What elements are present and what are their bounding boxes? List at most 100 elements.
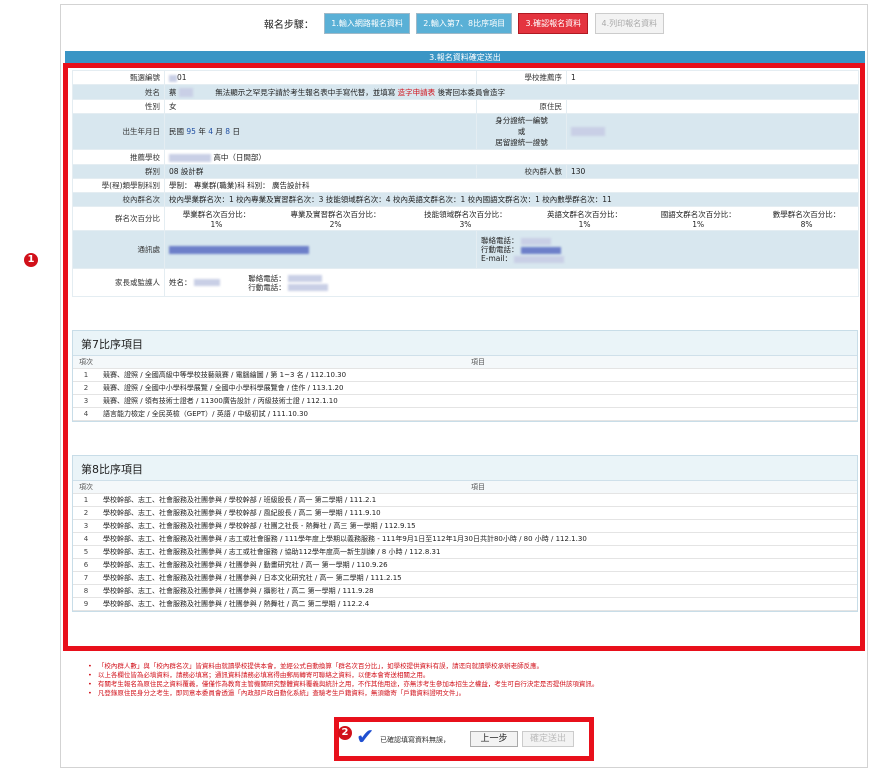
table-row: 4 學校幹部、志工、社會服務及社團參與 / 志工或社會服務 / 111學年度上學期…	[73, 532, 857, 546]
step-2: 2.輸入第7、8比序項目	[416, 13, 513, 34]
addr-label: 通訊處	[72, 230, 165, 269]
name-note-pre: 無法顯示之罕見字請於考生報名表中手寫代替，並填寫	[215, 87, 396, 97]
table-row: 6 學校幹部、志工、社會服務及社團參與 / 社團參與 / 動畫研究社 / 高一 第…	[73, 558, 857, 572]
id-label-line3: 居留證統一證號	[495, 138, 548, 147]
birth-day: 8	[225, 127, 231, 136]
rank-value: 校內學業群名次：1 校內專業及實習群名次：3 技能領域群名次：4 校內英語文群名…	[164, 192, 859, 207]
redacted-block	[520, 237, 551, 245]
section-8-title: 第8比序項目	[73, 456, 857, 481]
school-order-label: 學校推薦序	[476, 70, 567, 85]
contact-email-label: E-mail：	[481, 254, 513, 263]
name-note-post: 後寄回本委員會造字	[437, 87, 506, 97]
note-item: 「校內群人數」與「校內群名次」皆資料由就讀學校提供本會，並經公式自動換算「群名次…	[88, 662, 858, 671]
redacted-block	[514, 255, 565, 263]
name-value: 蔡	[169, 87, 177, 97]
badge-two: 2	[338, 726, 352, 740]
note-item: 以上各欄位皆為必填資料，請務必填寫；通訊資料請務必填寫得由郵局轉寄可聯絡之資料，…	[88, 671, 858, 680]
guardian-phone-label: 聯絡電話：	[248, 273, 286, 283]
pct-head-4: 國語文群名次百分比：	[660, 209, 736, 219]
glyph-request-link[interactable]: 造字申請表	[398, 88, 436, 97]
notes-list: 「校內群人數」與「校內群名次」皆資料由就讀學校提供本會，並經公式自動換算「群名次…	[88, 662, 858, 698]
step-3: 3.確認報名資料	[518, 13, 589, 34]
id-label-line2: 或	[517, 127, 526, 136]
group-value: 08 設計群	[164, 164, 477, 179]
redacted-block	[193, 279, 220, 286]
dept-label: 學(程)類學制科別	[72, 178, 165, 193]
step-4: 4.列印報名資料	[594, 13, 665, 34]
steps-label: 報名步驟：	[263, 20, 314, 31]
id-number-label: 身分證統一編號 或 居留證統一證號	[476, 113, 567, 150]
birth-month: 4	[208, 127, 213, 136]
redacted-block	[288, 275, 323, 282]
name-label: 姓名	[72, 84, 165, 100]
birth-pre: 民國	[169, 127, 184, 136]
confirm-label: 已確認填寫資料無誤，	[380, 736, 450, 744]
pct-value-3: 1%	[578, 219, 591, 229]
table-row: 9 學校幹部、志工、社會服務及社團參與 / 社團參與 / 熱舞社 / 高二 第二學…	[73, 597, 857, 611]
pct-value-1: 2%	[329, 219, 342, 229]
contact-mobile-label: 行動電話：	[481, 245, 519, 254]
birth-month-unit: 月	[215, 127, 223, 136]
table-row: 5 學校幹部、志工、社會服務及社團參與 / 志工或社會服務 / 協助112學年度高…	[73, 545, 857, 559]
group-count-value: 130	[566, 164, 859, 179]
pct-value-2: 3%	[459, 219, 472, 229]
table-row: 4 語言能力檢定 / 全民英檢（GEPT）/ 英語 / 中級初試 / 111.10…	[73, 407, 857, 421]
checkmark-icon: ✔	[356, 725, 375, 750]
table-row: 3 學校幹部、志工、社會服務及社團參與 / 學校幹部 / 社團之社長 - 熱舞社 …	[73, 519, 857, 533]
pct-grid: 學業群名次百分比： 專業及實習群名次百分比： 技能領域群名次百分比： 英語文群名…	[165, 209, 858, 229]
school-order-value: 1	[566, 70, 859, 85]
group-count-label: 校內群人數	[476, 164, 567, 179]
section-title: 3.報名資料確定送出	[65, 51, 865, 65]
step-1: 1.輸入網路報名資料	[324, 13, 410, 34]
section-8-items: 第8比序項目 項次 項目 1 學校幹部、志工、社會服務及社團參與 / 學校幹部 /…	[72, 455, 858, 612]
group-label: 群別	[72, 164, 165, 179]
pct-value-4: 1%	[692, 219, 705, 229]
redacted-block	[169, 246, 309, 254]
pct-head-3: 英語文群名次百分比：	[547, 209, 623, 219]
table-row: 3 競賽、證照 / 領有技術士證者 / 11300廣告設計 / 丙級技術士證 / …	[73, 394, 857, 408]
birth-label: 出生年月日	[72, 113, 165, 150]
contact-phone-label: 聯絡電話：	[481, 236, 519, 245]
redacted-block	[169, 74, 177, 82]
pct-head-5: 數學群名次百分比：	[772, 209, 841, 219]
exam-no-value: 01	[177, 73, 187, 82]
col-item-header: 項目	[99, 356, 857, 369]
col-item-header: 項目	[99, 481, 857, 494]
gender-label: 性別	[72, 99, 165, 114]
table-row: 7 學校幹部、志工、社會服務及社團參與 / 社團參與 / 日本文化研究社 / 高一…	[73, 571, 857, 585]
pct-head-0: 學業群名次百分比：	[182, 209, 251, 219]
guardian-name-label: 姓名：	[169, 277, 192, 287]
confirm-checkbox[interactable]: ✔	[356, 725, 375, 750]
birth-year-unit: 年	[198, 127, 206, 136]
table-row: 8 學校幹部、志工、社會服務及社團參與 / 社團參與 / 攝影社 / 高二 第一學…	[73, 584, 857, 598]
redacted-block	[571, 127, 605, 137]
note-item: 凡登錄原住民身分之考生，即同意本委員會透過「內政部戶政自動化系統」查驗考生戶籍資…	[88, 689, 858, 698]
school-label: 推薦學校	[72, 149, 165, 165]
guardian-label: 家長或監護人	[72, 268, 165, 297]
section-8-table: 項次 項目 1 學校幹部、志工、社會服務及社團參與 / 學校幹部 / 班級股長 /…	[73, 481, 857, 611]
pct-head-1: 專業及實習群名次百分比：	[290, 209, 381, 219]
origin-label: 原住民	[476, 99, 567, 114]
table-row: 2 競賽、證照 / 全國中小學科學展覽 / 全國中小學科學展覽會 / 佳作 / 1…	[73, 381, 857, 395]
note-item: 有關考生報名為原住民之資料覆義，僅僅作為教育主管機關研究整體資料覆義與統計之用，…	[88, 680, 858, 689]
school-value: 高中（日間部）	[213, 152, 266, 162]
section-7-title: 第7比序項目	[73, 331, 857, 356]
redacted-block	[178, 88, 193, 97]
step-indicator: 報名步驟： 1.輸入網路報名資料 2.輸入第7、8比序項目 3.確認報名資料 4…	[61, 13, 869, 39]
back-button[interactable]: 上一步	[470, 731, 518, 747]
submit-button[interactable]: 確定送出	[522, 731, 574, 747]
gender-value: 女	[164, 99, 477, 114]
table-row: 1 競賽、證照 / 全國高級中等學校技藝競賽 / 電腦繪圖 / 第 1~3 名 /…	[73, 368, 857, 382]
redacted-block	[169, 153, 211, 162]
redacted-block	[520, 246, 561, 254]
id-label-line1: 身分證統一編號	[495, 116, 548, 125]
origin-value	[566, 99, 859, 114]
table-row: 1 學校幹部、志工、社會服務及社團參與 / 學校幹部 / 班級股長 / 高一 第二…	[73, 493, 857, 507]
guardian-mobile-label: 行動電話：	[248, 282, 286, 292]
table-row: 2 學校幹部、志工、社會服務及社團參與 / 學校幹部 / 風紀股長 / 高二 第一…	[73, 506, 857, 520]
badge-one: 1	[24, 253, 38, 267]
rank-label: 校內群名次	[72, 192, 165, 207]
applicant-info-table: 甄選編號 01 學校推薦序 1 姓名 蔡 無法顯示之罕見字請於考生報名表中手寫代…	[72, 70, 859, 297]
birth-year: 95	[186, 127, 196, 136]
section-7-items: 第7比序項目 項次 項目 1 競賽、證照 / 全國高級中等學校技藝競賽 / 電腦繪…	[72, 330, 858, 422]
